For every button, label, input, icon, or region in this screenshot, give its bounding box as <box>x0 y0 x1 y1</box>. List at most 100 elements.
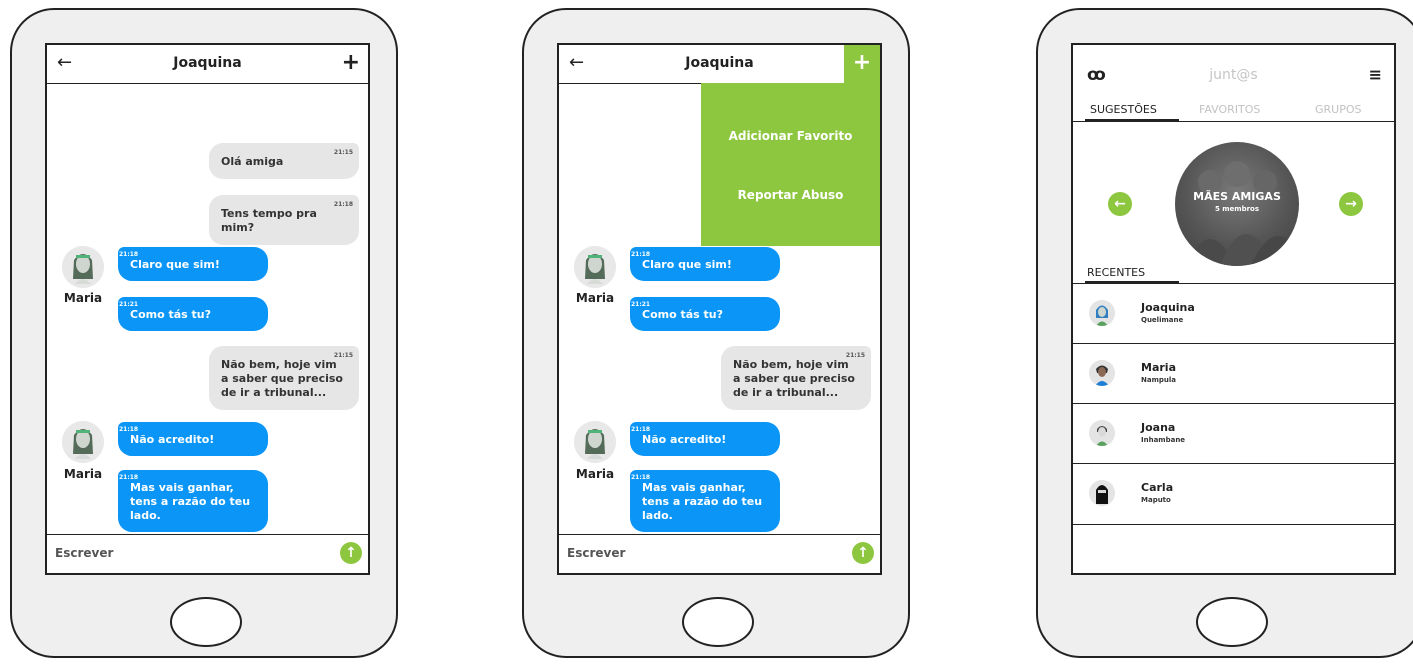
contact-name: Carla <box>1141 481 1174 494</box>
message-bubble-incoming: 21:18 Não acredito! <box>630 422 780 456</box>
phone-chat-menu: ← Joaquina + Maria 21:18 Claro que sim! … <box>522 8 910 658</box>
contact-city: Nampula <box>1141 376 1176 384</box>
contact-city: Inhambane <box>1141 436 1186 444</box>
sender-name: Maria <box>575 291 615 305</box>
contact-city: Quelimane <box>1141 316 1184 324</box>
message-bubble-incoming: 21:18 Mas vais ganhar, tens a razão do t… <box>630 470 780 532</box>
message-time: 21:18 <box>631 251 651 258</box>
woman-avatar-icon <box>1089 360 1115 386</box>
tab-sugestoes[interactable]: SUGESTÕES <box>1090 103 1157 116</box>
chat-screen: ← Joaquina + Maria 21:18 Claro que sim! … <box>557 43 882 575</box>
message-bubble-incoming: 21:18 Mas vais ganhar, tens a razão do t… <box>118 470 268 532</box>
plus-icon[interactable]: + <box>844 45 880 83</box>
message-time: 21:21 <box>631 301 651 308</box>
phone-chat: ← Joaquina + 21:15 Olá amiga 21:18 Tens … <box>10 8 398 658</box>
message-text: Tens tempo pra mim? <box>221 207 317 234</box>
list-item[interactable]: Maria Nampula <box>1073 343 1394 404</box>
message-input[interactable]: Escrever <box>567 546 625 560</box>
message-text: Não acredito! <box>130 433 215 446</box>
list-item[interactable]: Carla Maputo <box>1073 463 1394 525</box>
woman-avatar-icon <box>1089 300 1115 326</box>
chat-title: Joaquina <box>173 55 242 71</box>
message-time: 21:18 <box>119 474 139 481</box>
phone-home: ꝏ junt@s ≡ SUGESTÕES FAVORITOS GRUPOS ← … <box>1036 8 1413 658</box>
message-bubble-outgoing: 21:15 Não bem, hoje vim a saber que prec… <box>721 346 871 410</box>
sender-name: Maria <box>575 467 615 481</box>
home-button[interactable] <box>682 597 754 647</box>
home-button[interactable] <box>1196 597 1268 647</box>
avatar[interactable] <box>574 421 616 463</box>
home-screen: ꝏ junt@s ≡ SUGESTÕES FAVORITOS GRUPOS ← … <box>1071 43 1396 575</box>
list-item[interactable]: Joaquina Quelimane <box>1073 283 1394 344</box>
message-time: 21:18 <box>631 426 651 433</box>
message-text: Mas vais ganhar, tens a razão do teu lad… <box>130 481 251 522</box>
message-time: 21:18 <box>119 251 139 258</box>
message-text: Não bem, hoje vim a saber que preciso de… <box>221 358 343 399</box>
chat-header: ← Joaquina + <box>559 45 880 84</box>
tab-favoritos[interactable]: FAVORITOS <box>1199 103 1260 116</box>
message-time: 21:21 <box>119 301 139 308</box>
message-text: Claro que sim! <box>642 258 732 271</box>
recent-section-label: RECENTES <box>1087 266 1146 279</box>
woman-avatar-icon <box>1089 480 1115 506</box>
prev-arrow-icon[interactable]: ← <box>1108 192 1132 216</box>
chat-header: ← Joaquina + <box>47 45 368 84</box>
menu-item-report-abuse[interactable]: Reportar Abuso <box>701 188 880 202</box>
tab-grupos[interactable]: GRUPOS <box>1315 103 1362 116</box>
chat-title: Joaquina <box>685 55 754 71</box>
group-members-count: 5 membros <box>1214 205 1260 213</box>
message-bubble-incoming: 21:18 Claro que sim! <box>118 247 268 281</box>
message-bubble-outgoing: 21:18 Tens tempo pra mim? <box>209 195 359 245</box>
message-text: Olá amiga <box>221 155 284 168</box>
message-bubble-outgoing: 21:15 Olá amiga <box>209 143 359 179</box>
message-input[interactable]: Escrever <box>55 546 113 560</box>
app-title: junt@s <box>1209 67 1258 83</box>
message-text: Claro que sim! <box>130 258 220 271</box>
message-text: Mas vais ganhar, tens a razão do teu lad… <box>642 481 763 522</box>
message-bubble-incoming: 21:18 Não acredito! <box>118 422 268 456</box>
plus-icon[interactable]: + <box>342 50 360 75</box>
woman-avatar-icon <box>62 246 104 288</box>
group-card[interactable]: MÃES AMIGAS 5 membros <box>1175 142 1299 266</box>
woman-avatar-icon <box>574 246 616 288</box>
contact-city: Maputo <box>1141 496 1171 504</box>
hamburger-menu-icon[interactable]: ≡ <box>1369 65 1382 84</box>
next-arrow-icon[interactable]: → <box>1339 192 1363 216</box>
message-text: Não acredito! <box>642 433 727 446</box>
message-time: 21:18 <box>119 426 139 433</box>
contact-name: Maria <box>1141 361 1176 374</box>
chat-screen: ← Joaquina + 21:15 Olá amiga 21:18 Tens … <box>45 43 370 575</box>
message-bubble-outgoing: 21:15 Não bem, hoje vim a saber que prec… <box>209 346 359 410</box>
composer: Escrever ↑ <box>559 534 880 573</box>
message-bubble-incoming: 21:21 Como tás tu? <box>630 297 780 331</box>
options-menu: Adicionar Favorito Reportar Abuso <box>701 83 880 246</box>
avatar[interactable] <box>574 246 616 288</box>
message-text: Não bem, hoje vim a saber que preciso de… <box>733 358 855 399</box>
sender-name: Maria <box>63 291 103 305</box>
message-time: 21:15 <box>333 352 353 359</box>
tabs-divider <box>1073 121 1394 122</box>
contact-name: Joana <box>1141 421 1176 434</box>
list-item[interactable]: Joana Inhambane <box>1073 403 1394 464</box>
message-text: Como tás tu? <box>130 308 212 321</box>
message-bubble-incoming: 21:18 Claro que sim! <box>630 247 780 281</box>
woman-avatar-icon <box>574 421 616 463</box>
menu-item-add-favorite[interactable]: Adicionar Favorito <box>701 129 880 143</box>
sender-name: Maria <box>63 467 103 481</box>
contact-name: Joaquina <box>1141 301 1195 314</box>
message-bubble-incoming: 21:21 Como tás tu? <box>118 297 268 331</box>
send-arrow-icon[interactable]: ↑ <box>852 542 874 564</box>
group-photo <box>1185 161 1299 266</box>
send-arrow-icon[interactable]: ↑ <box>340 542 362 564</box>
message-text: Como tás tu? <box>642 308 724 321</box>
home-button[interactable] <box>170 597 242 647</box>
message-time: 21:18 <box>631 474 651 481</box>
avatar[interactable] <box>62 246 104 288</box>
composer: Escrever ↑ <box>47 534 368 573</box>
woman-avatar-icon <box>1089 420 1115 446</box>
message-time: 21:15 <box>845 352 865 359</box>
message-time: 21:15 <box>333 149 353 156</box>
message-time: 21:18 <box>333 201 353 208</box>
avatar[interactable] <box>62 421 104 463</box>
group-title: MÃES AMIGAS <box>1193 190 1281 203</box>
